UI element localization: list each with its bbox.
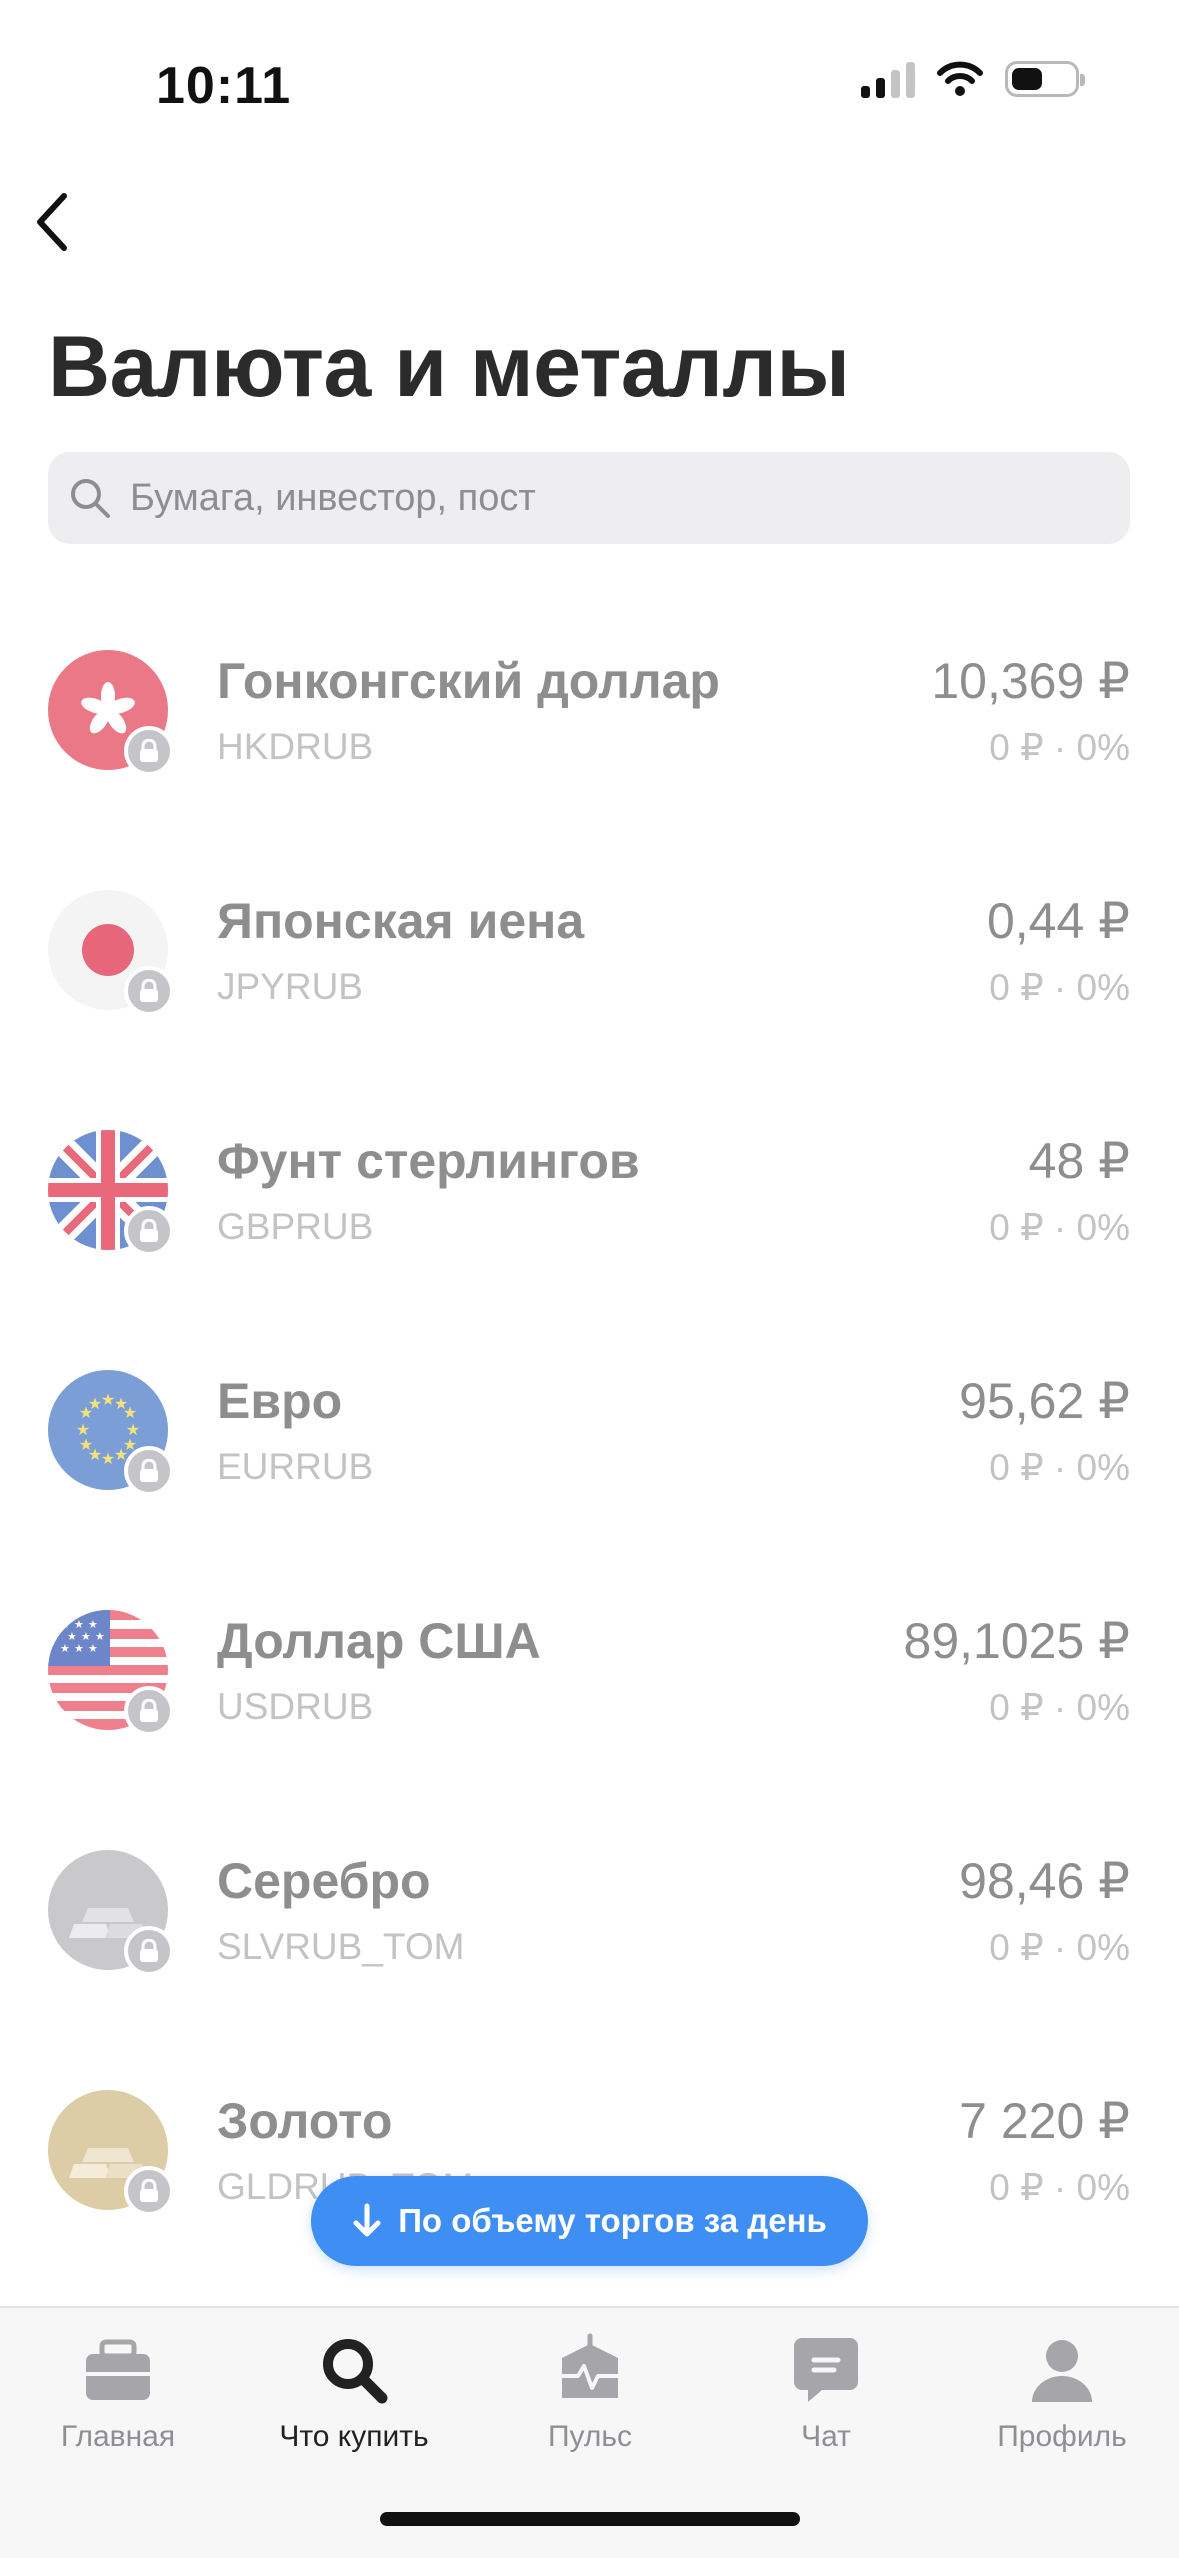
lock-icon xyxy=(124,1926,174,1976)
tab-label: Что купить xyxy=(279,2420,429,2453)
lock-icon xyxy=(124,1446,174,1496)
asset-price: 10,369 ₽ xyxy=(931,653,1130,709)
pulse-icon xyxy=(562,2333,618,2398)
asset-name: Японская иена xyxy=(217,893,585,949)
tab-profile[interactable]: Профиль xyxy=(944,2308,1179,2458)
svg-text:★: ★ xyxy=(60,1642,70,1655)
asset-price: 0,44 ₽ xyxy=(986,893,1130,949)
profile-icon xyxy=(1032,2340,1092,2402)
asset-price: 98,46 ₽ xyxy=(959,1853,1130,1909)
asset-name: Евро xyxy=(217,1373,343,1429)
asset-row-gbp[interactable]: Фунт стерлингов GBPRUB 48 ₽ 0 ₽ · 0% xyxy=(0,1080,1179,1320)
asset-ticker: GBPRUB xyxy=(217,1206,374,1247)
page-title: Валюта и металлы xyxy=(48,319,850,415)
svg-text:★: ★ xyxy=(74,1642,84,1655)
asset-row-eur[interactable]: ★ ★ ★ ★ ★ ★ ★ ★ ★ ★ ★ ★ Евро EURRUB 95,62 ₽ 0 ₽ … xyxy=(0,1320,1179,1560)
search-icon xyxy=(71,479,110,518)
sort-button-label: По объему торгов за день xyxy=(398,2202,827,2239)
asset-name: Фунт стерлингов xyxy=(217,1133,640,1189)
asset-name: Доллар США xyxy=(217,1613,541,1669)
asset-price: 95,62 ₽ xyxy=(959,1373,1130,1429)
cellular-signal-icon xyxy=(861,60,915,98)
sort-by-volume-button[interactable]: По объему торгов за день xyxy=(311,2176,868,2266)
asset-change: 0 ₽ · 0% xyxy=(989,727,1130,768)
asset-change: 0 ₽ · 0% xyxy=(989,1447,1130,1488)
home-indicator xyxy=(380,2512,800,2526)
back-button[interactable] xyxy=(22,182,92,262)
svg-text:★: ★ xyxy=(88,1642,98,1655)
asset-change: 0 ₽ · 0% xyxy=(989,1927,1130,1968)
status-bar: 10:11 xyxy=(0,0,1179,170)
search-icon xyxy=(323,2339,388,2404)
asset-name: Золото xyxy=(217,2093,393,2149)
lock-icon xyxy=(124,2166,174,2216)
asset-change: 0 ₽ · 0% xyxy=(989,1687,1130,1728)
asset-change: 0 ₽ · 0% xyxy=(989,2167,1130,2208)
battery-icon xyxy=(1005,61,1085,97)
chat-icon xyxy=(794,2338,858,2402)
asset-row-jpy[interactable]: Японская иена JPYRUB 0,44 ₽ 0 ₽ · 0% xyxy=(0,840,1179,1080)
tab-home[interactable]: Главная xyxy=(0,2308,236,2458)
tab-what-to-buy[interactable]: Что купить xyxy=(236,2308,472,2458)
wifi-icon xyxy=(937,61,983,96)
asset-ticker: JPYRUB xyxy=(217,966,363,1007)
asset-price: 89,1025 ₽ xyxy=(903,1613,1130,1669)
lock-icon xyxy=(124,1206,174,1256)
tab-label: Главная xyxy=(60,2420,176,2453)
asset-change: 0 ₽ · 0% xyxy=(989,1207,1130,1248)
asset-row-hkd[interactable]: Гонконгский доллар HKDRUB 10,369 ₽ 0 ₽ ·… xyxy=(0,600,1179,840)
search-input[interactable] xyxy=(128,475,1112,521)
asset-ticker: HKDRUB xyxy=(217,726,374,767)
svg-text:★: ★ xyxy=(101,1449,115,1468)
tab-label: Профиль xyxy=(997,2420,1127,2453)
search-bar[interactable] xyxy=(48,452,1130,544)
arrow-down-icon xyxy=(353,2203,381,2237)
asset-change: 0 ₽ · 0% xyxy=(989,967,1130,1008)
asset-name: Серебро xyxy=(217,1853,431,1909)
chevron-left-icon xyxy=(37,193,67,251)
lock-icon xyxy=(124,726,174,776)
lock-icon xyxy=(124,1686,174,1736)
tab-label: Пульс xyxy=(547,2420,633,2453)
asset-row-silver[interactable]: Серебро SLVRUB_TOM 98,46 ₽ 0 ₽ · 0% xyxy=(0,1800,1179,2040)
asset-ticker: SLVRUB_TOM xyxy=(217,1926,465,1967)
status-time: 10:11 xyxy=(156,57,292,115)
asset-price: 7 220 ₽ xyxy=(959,2093,1130,2149)
asset-ticker: USDRUB xyxy=(217,1686,374,1727)
svg-text:★: ★ xyxy=(76,1420,90,1439)
tab-chat[interactable]: Чат xyxy=(708,2308,944,2458)
svg-text:★: ★ xyxy=(88,1394,102,1413)
tab-label: Чат xyxy=(801,2420,851,2453)
briefcase-icon xyxy=(86,2339,150,2400)
asset-ticker: EURRUB xyxy=(217,1446,374,1487)
asset-row-usd[interactable]: ★ ★ ★ ★ ★ ★ ★ ★ ★ Доллар США USDRUB 89,1025 ₽ … xyxy=(0,1560,1179,1800)
lock-icon xyxy=(124,966,174,1016)
tab-pulse[interactable]: Пульс xyxy=(472,2308,708,2458)
asset-price: 48 ₽ xyxy=(1028,1133,1130,1189)
asset-name: Гонконгский доллар xyxy=(217,653,720,709)
